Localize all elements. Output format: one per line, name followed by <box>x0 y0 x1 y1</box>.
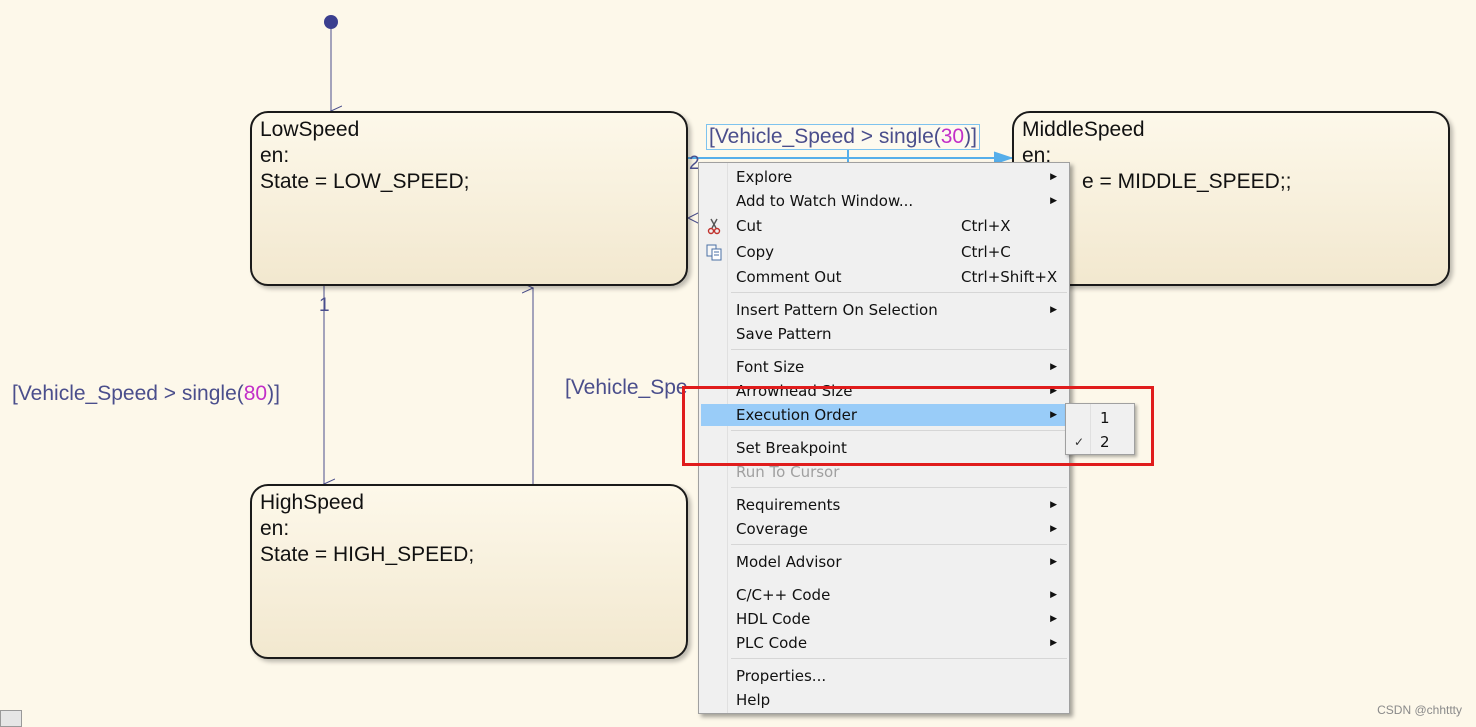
state-low-speed[interactable]: LowSpeed en: State = LOW_SPEED; <box>250 111 688 286</box>
menu-item-label: Cut <box>736 217 762 235</box>
menu-item-plc-code[interactable]: PLC Code ▶ <box>701 632 1067 654</box>
menu-item-hdl-code[interactable]: HDL Code ▶ <box>701 608 1067 630</box>
submenu-arrow-icon: ▶ <box>1050 172 1057 182</box>
submenu-arrow-icon: ▶ <box>1050 196 1057 206</box>
transition-guard-low-to-high[interactable]: [Vehicle_Speed > single(80)] <box>12 382 280 406</box>
menu-separator <box>731 658 1067 659</box>
watermark: CSDN @chhttty <box>1377 703 1462 717</box>
menu-item-label: Properties... <box>736 667 827 685</box>
menu-item-label: C/C++ Code <box>736 586 831 604</box>
transition-guard-high-to-low[interactable]: [Vehicle_Spe <box>565 376 688 400</box>
submenu-arrow-icon: ▶ <box>1050 614 1057 624</box>
menu-item-label: Coverage <box>736 520 808 538</box>
state-action: State = LOW_SPEED; <box>260 170 470 193</box>
menu-item-cut[interactable]: Cut Ctrl+X <box>701 215 1067 237</box>
stateflow-canvas[interactable]: LowSpeed en: State = LOW_SPEED; MiddleSp… <box>0 0 1476 727</box>
submenu-arrow-icon: ▶ <box>1050 362 1057 372</box>
menu-separator <box>731 487 1067 488</box>
menu-item-help[interactable]: Help <box>701 689 1067 711</box>
menu-item-font-size[interactable]: Font Size ▶ <box>701 356 1067 378</box>
menu-item-insert-pattern-on-selection[interactable]: Insert Pattern On Selection ▶ <box>701 299 1067 321</box>
transition-guard-low-to-middle[interactable]: [Vehicle_Speed > single(30)] <box>706 124 980 150</box>
menu-item-explore[interactable]: Explore ▶ <box>701 166 1067 188</box>
state-high-speed[interactable]: HighSpeed en: State = HIGH_SPEED; <box>250 484 688 659</box>
state-entry-label: en: <box>1022 144 1052 167</box>
menu-item-label: PLC Code <box>736 634 808 652</box>
state-name: MiddleSpeed <box>1022 118 1145 141</box>
state-name: HighSpeed <box>260 491 364 514</box>
menu-item-copy[interactable]: Copy Ctrl+C <box>701 241 1067 263</box>
menu-separator <box>731 292 1067 293</box>
state-entry-label: en: <box>260 144 290 167</box>
state-name: LowSpeed <box>260 118 360 141</box>
state-action: State = HIGH_SPEED; <box>260 543 475 566</box>
submenu-arrow-icon: ▶ <box>1050 305 1057 315</box>
corner-button[interactable] <box>0 710 22 727</box>
menu-item-label: Add to Watch Window... <box>736 192 914 210</box>
copy-icon <box>705 243 723 261</box>
menu-item-label: Comment Out <box>736 268 842 286</box>
state-middle-speed[interactable]: MiddleSpeed en: e = MIDDLE_SPEED;; <box>1012 111 1450 286</box>
menu-item-coverage[interactable]: Coverage ▶ <box>701 518 1067 540</box>
state-action: e = MIDDLE_SPEED;; <box>1082 170 1292 193</box>
menu-item-c-c-code[interactable]: C/C++ Code ▶ <box>701 584 1067 606</box>
menu-separator <box>731 349 1067 350</box>
menu-item-requirements[interactable]: Requirements ▶ <box>701 494 1067 516</box>
menu-item-shortcut: Ctrl+Shift+X <box>961 268 1058 286</box>
menu-item-add-to-watch-window[interactable]: Add to Watch Window... ▶ <box>701 190 1067 212</box>
menu-item-label: Font Size <box>736 358 805 376</box>
menu-item-shortcut: Ctrl+X <box>961 217 1011 235</box>
menu-item-label: Explore <box>736 168 793 186</box>
submenu-arrow-icon: ▶ <box>1050 557 1057 567</box>
state-entry-label: en: <box>260 517 290 540</box>
menu-item-label: HDL Code <box>736 610 811 628</box>
menu-item-label: Help <box>736 691 771 709</box>
menu-item-label: Requirements <box>736 496 841 514</box>
menu-item-label: Copy <box>736 243 775 261</box>
menu-item-properties[interactable]: Properties... <box>701 665 1067 687</box>
default-transition-dot <box>324 15 338 29</box>
menu-item-model-advisor[interactable]: Model Advisor ▶ <box>701 551 1067 573</box>
submenu-arrow-icon: ▶ <box>1050 590 1057 600</box>
menu-item-comment-out[interactable]: Comment Out Ctrl+Shift+X <box>701 266 1067 288</box>
submenu-arrow-icon: ▶ <box>1050 524 1057 534</box>
scissors-icon <box>705 217 723 235</box>
menu-item-shortcut: Ctrl+C <box>961 243 1011 261</box>
annotation-highlight-box <box>682 386 1154 466</box>
submenu-arrow-icon: ▶ <box>1050 500 1057 510</box>
menu-item-label: Model Advisor <box>736 553 842 571</box>
menu-item-save-pattern[interactable]: Save Pattern <box>701 323 1067 345</box>
menu-item-label: Insert Pattern On Selection <box>736 301 938 319</box>
menu-item-label: Save Pattern <box>736 325 832 343</box>
menu-separator <box>731 544 1067 545</box>
submenu-arrow-icon: ▶ <box>1050 638 1057 648</box>
execution-order-number: 1 <box>319 295 330 316</box>
